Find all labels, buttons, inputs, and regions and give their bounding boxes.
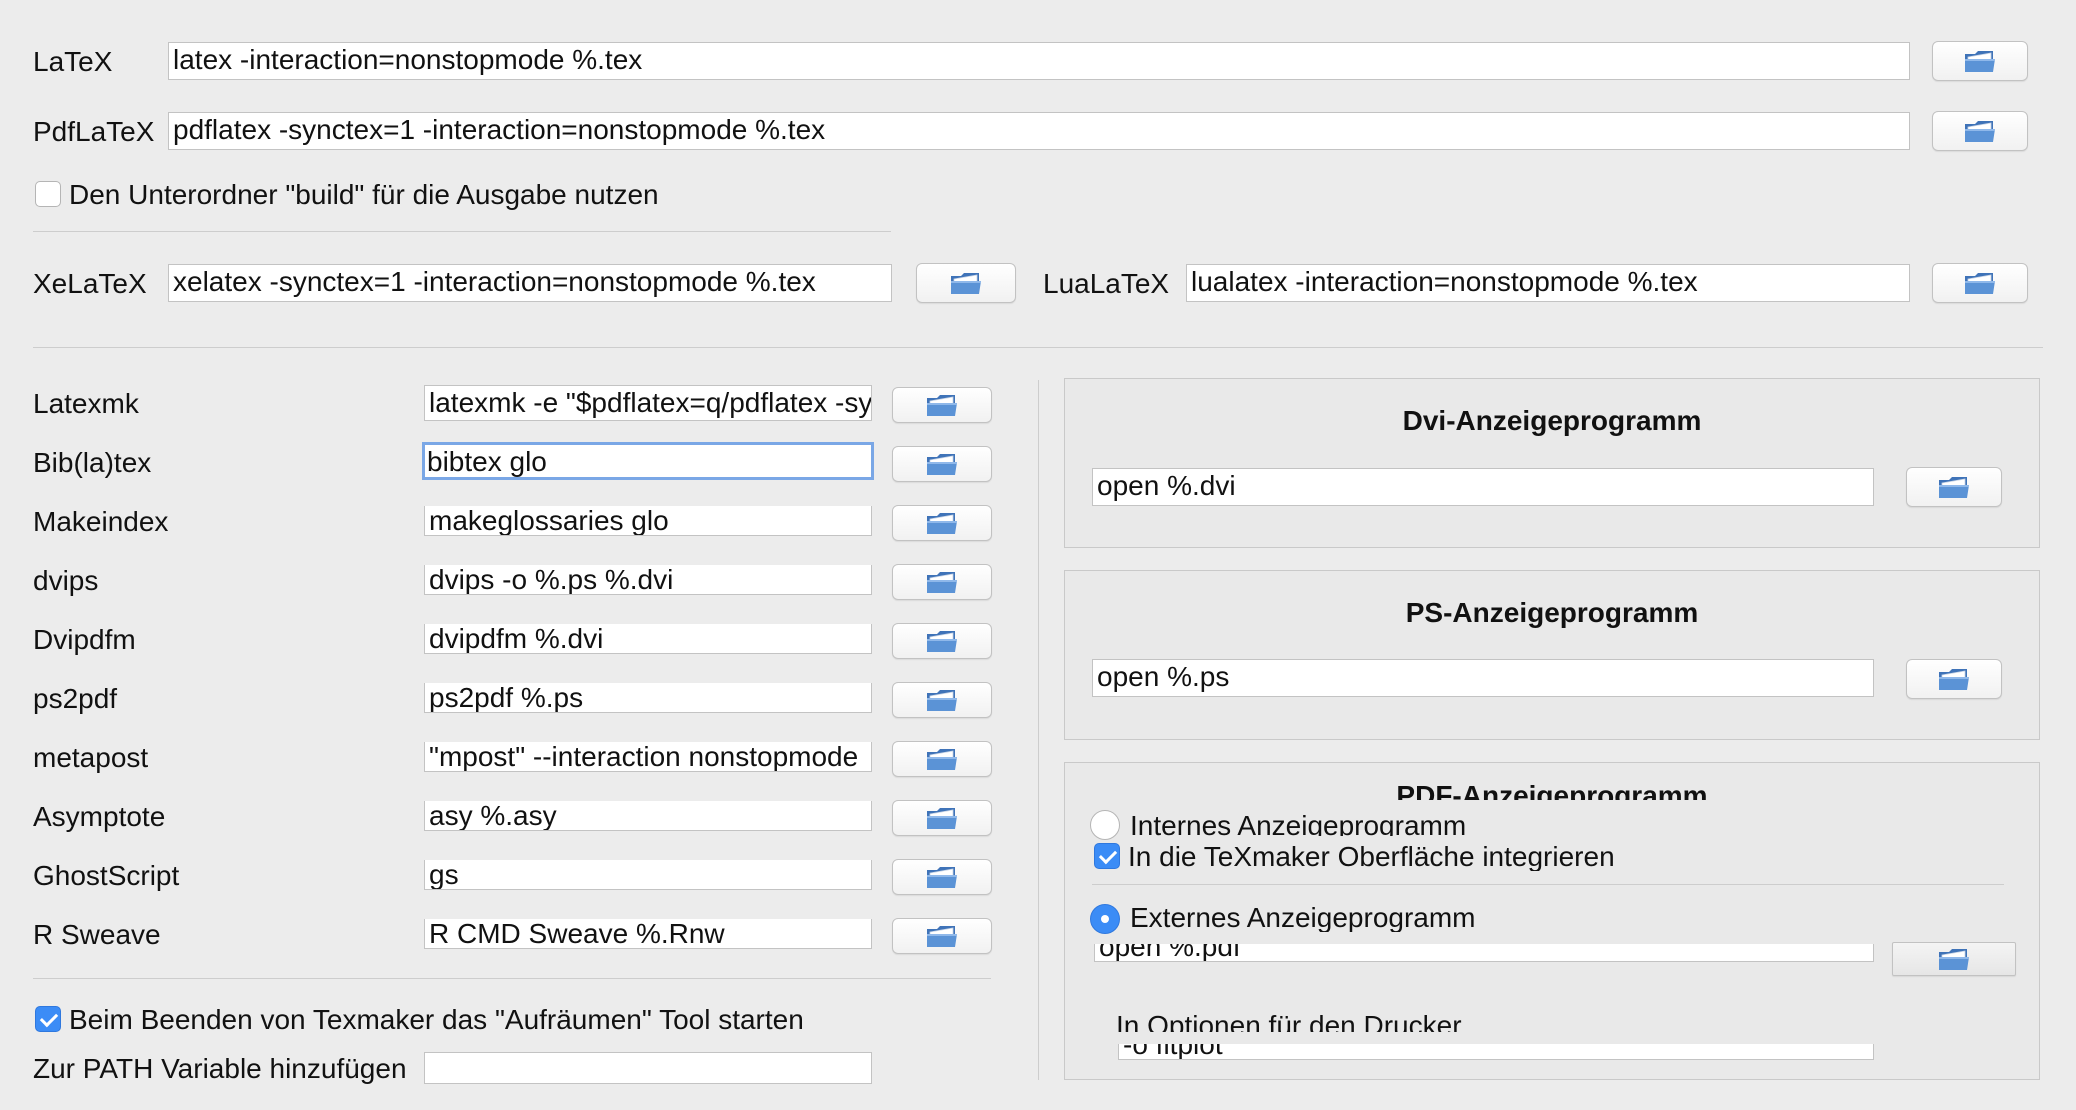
printer-options-input[interactable]: -o fitplot [1118, 1044, 1874, 1060]
makeindex-browse-button[interactable] [892, 505, 992, 541]
folder-icon [925, 510, 959, 536]
ps2pdf-label: ps2pdf [33, 683, 118, 714]
latexmk-browse-button[interactable] [892, 387, 992, 423]
bibtex-command-input[interactable]: bibtex glo [422, 442, 874, 480]
latexmk-label: Latexmk [33, 388, 139, 419]
rsweave-command-input[interactable]: R CMD Sweave %.Rnw [424, 919, 872, 949]
column-separator [1038, 380, 1039, 1080]
external-viewer-browse-button[interactable] [1892, 942, 2016, 976]
metapost-label: metapost [33, 742, 149, 773]
dvi-viewer-title: Dvi-Anzeigeprogramm [1402, 405, 1702, 436]
integrate-viewer-checkbox[interactable] [1094, 843, 1120, 869]
lualatex-browse-button[interactable] [1932, 263, 2028, 303]
printer-options-label: In Optionen für den Drucker [1116, 1010, 1462, 1032]
folder-icon [925, 569, 959, 595]
folder-icon [949, 270, 983, 296]
dvips-command-input[interactable]: dvips -o %.ps %.dvi [424, 565, 872, 595]
path-input[interactable] [424, 1052, 872, 1084]
latex-command-input[interactable]: latex -interaction=nonstopmode %.tex [168, 42, 1910, 80]
ghostscript-label: GhostScript [33, 860, 180, 891]
metapost-command-input[interactable]: "mpost" --interaction nonstopmode [424, 742, 872, 772]
folder-icon [925, 923, 959, 949]
folder-icon [1963, 118, 1997, 144]
cleanup-label: Beim Beenden von Texmaker das "Aufräumen… [69, 1004, 804, 1035]
pdflatex-browse-button[interactable] [1932, 111, 2028, 151]
pdflatex-command-input[interactable]: pdflatex -synctex=1 -interaction=nonstop… [168, 112, 1910, 150]
metapost-browse-button[interactable] [892, 741, 992, 777]
internal-viewer-label: Internes Anzeigeprogramm [1130, 810, 1467, 836]
lualatex-command-input[interactable]: lualatex -interaction=nonstopmode %.tex [1186, 264, 1910, 302]
xelatex-command-input[interactable]: xelatex -synctex=1 -interaction=nonstopm… [168, 264, 892, 302]
folder-icon [925, 746, 959, 772]
rsweave-label: R Sweave [33, 919, 161, 950]
dvipdfm-label: Dvipdfm [33, 624, 136, 655]
ps-viewer-group [1064, 570, 2040, 740]
dvi-viewer-browse-button[interactable] [1906, 467, 2002, 507]
dvips-browse-button[interactable] [892, 564, 992, 600]
latexmk-command-input[interactable]: latexmk -e "$pdflatex=q/pdflatex -syncte… [424, 385, 872, 421]
path-label: Zur PATH Variable hinzufügen [33, 1053, 407, 1084]
internal-viewer-radio[interactable] [1090, 810, 1120, 840]
ps-viewer-title: PS-Anzeigeprogramm [1405, 597, 1699, 628]
dvi-viewer-input[interactable]: open %.dvi [1092, 468, 1874, 506]
ghostscript-browse-button[interactable] [892, 859, 992, 895]
external-viewer-radio[interactable] [1090, 904, 1120, 934]
makeindex-label: Makeindex [33, 506, 169, 537]
folder-icon [1937, 666, 1971, 692]
folder-icon [925, 451, 959, 477]
latex-label: LaTeX [33, 46, 113, 77]
bibtex-label: Bib(la)tex [33, 447, 152, 478]
build-subfolder-label: Den Unterordner "build" für die Ausgabe … [69, 179, 659, 210]
ghostscript-command-input[interactable]: gs [424, 860, 872, 890]
folder-icon [1937, 474, 1971, 500]
separator [33, 231, 891, 232]
folder-icon [1963, 48, 1997, 74]
ps2pdf-browse-button[interactable] [892, 682, 992, 718]
pdflatex-label: PdfLaTeX [33, 116, 155, 147]
latex-browse-button[interactable] [1932, 41, 2028, 81]
lualatex-label: LuaLaTeX [1043, 268, 1170, 299]
folder-icon [925, 687, 959, 713]
bibtex-browse-button[interactable] [892, 446, 992, 482]
dvipdfm-browse-button[interactable] [892, 623, 992, 659]
asymptote-command-input[interactable]: asy %.asy [424, 801, 872, 831]
folder-icon [1963, 270, 1997, 296]
external-viewer-input[interactable]: open %.pdf [1094, 944, 1874, 962]
dvi-viewer-group [1064, 378, 2040, 548]
ps2pdf-command-input[interactable]: ps2pdf %.ps [424, 683, 872, 713]
asymptote-label: Asymptote [33, 801, 166, 832]
separator [1092, 884, 2004, 885]
xelatex-browse-button[interactable] [916, 263, 1016, 303]
rsweave-browse-button[interactable] [892, 918, 992, 954]
external-viewer-label: Externes Anzeigeprogramm [1130, 902, 1476, 932]
asymptote-browse-button[interactable] [892, 800, 992, 836]
cleanup-checkbox[interactable] [35, 1006, 61, 1032]
ps-viewer-browse-button[interactable] [1906, 659, 2002, 699]
folder-icon [925, 628, 959, 654]
folder-icon [925, 392, 959, 418]
ps-viewer-input[interactable]: open %.ps [1092, 659, 1874, 697]
build-subfolder-checkbox[interactable] [35, 181, 61, 207]
makeindex-command-input[interactable]: makeglossaries glo [424, 506, 872, 536]
folder-icon [925, 864, 959, 890]
xelatex-label: XeLaTeX [33, 268, 147, 299]
pdf-viewer-title: PDF-Anzeigeprogramm [1396, 780, 1708, 800]
integrate-viewer-label: In die TeXmaker Oberfläche integrieren [1128, 841, 1615, 871]
separator [33, 347, 2043, 348]
folder-icon [1937, 946, 1971, 972]
folder-icon [925, 805, 959, 831]
dvipdfm-command-input[interactable]: dvipdfm %.dvi [424, 624, 872, 654]
separator [33, 978, 991, 979]
dvips-label: dvips [33, 565, 99, 596]
